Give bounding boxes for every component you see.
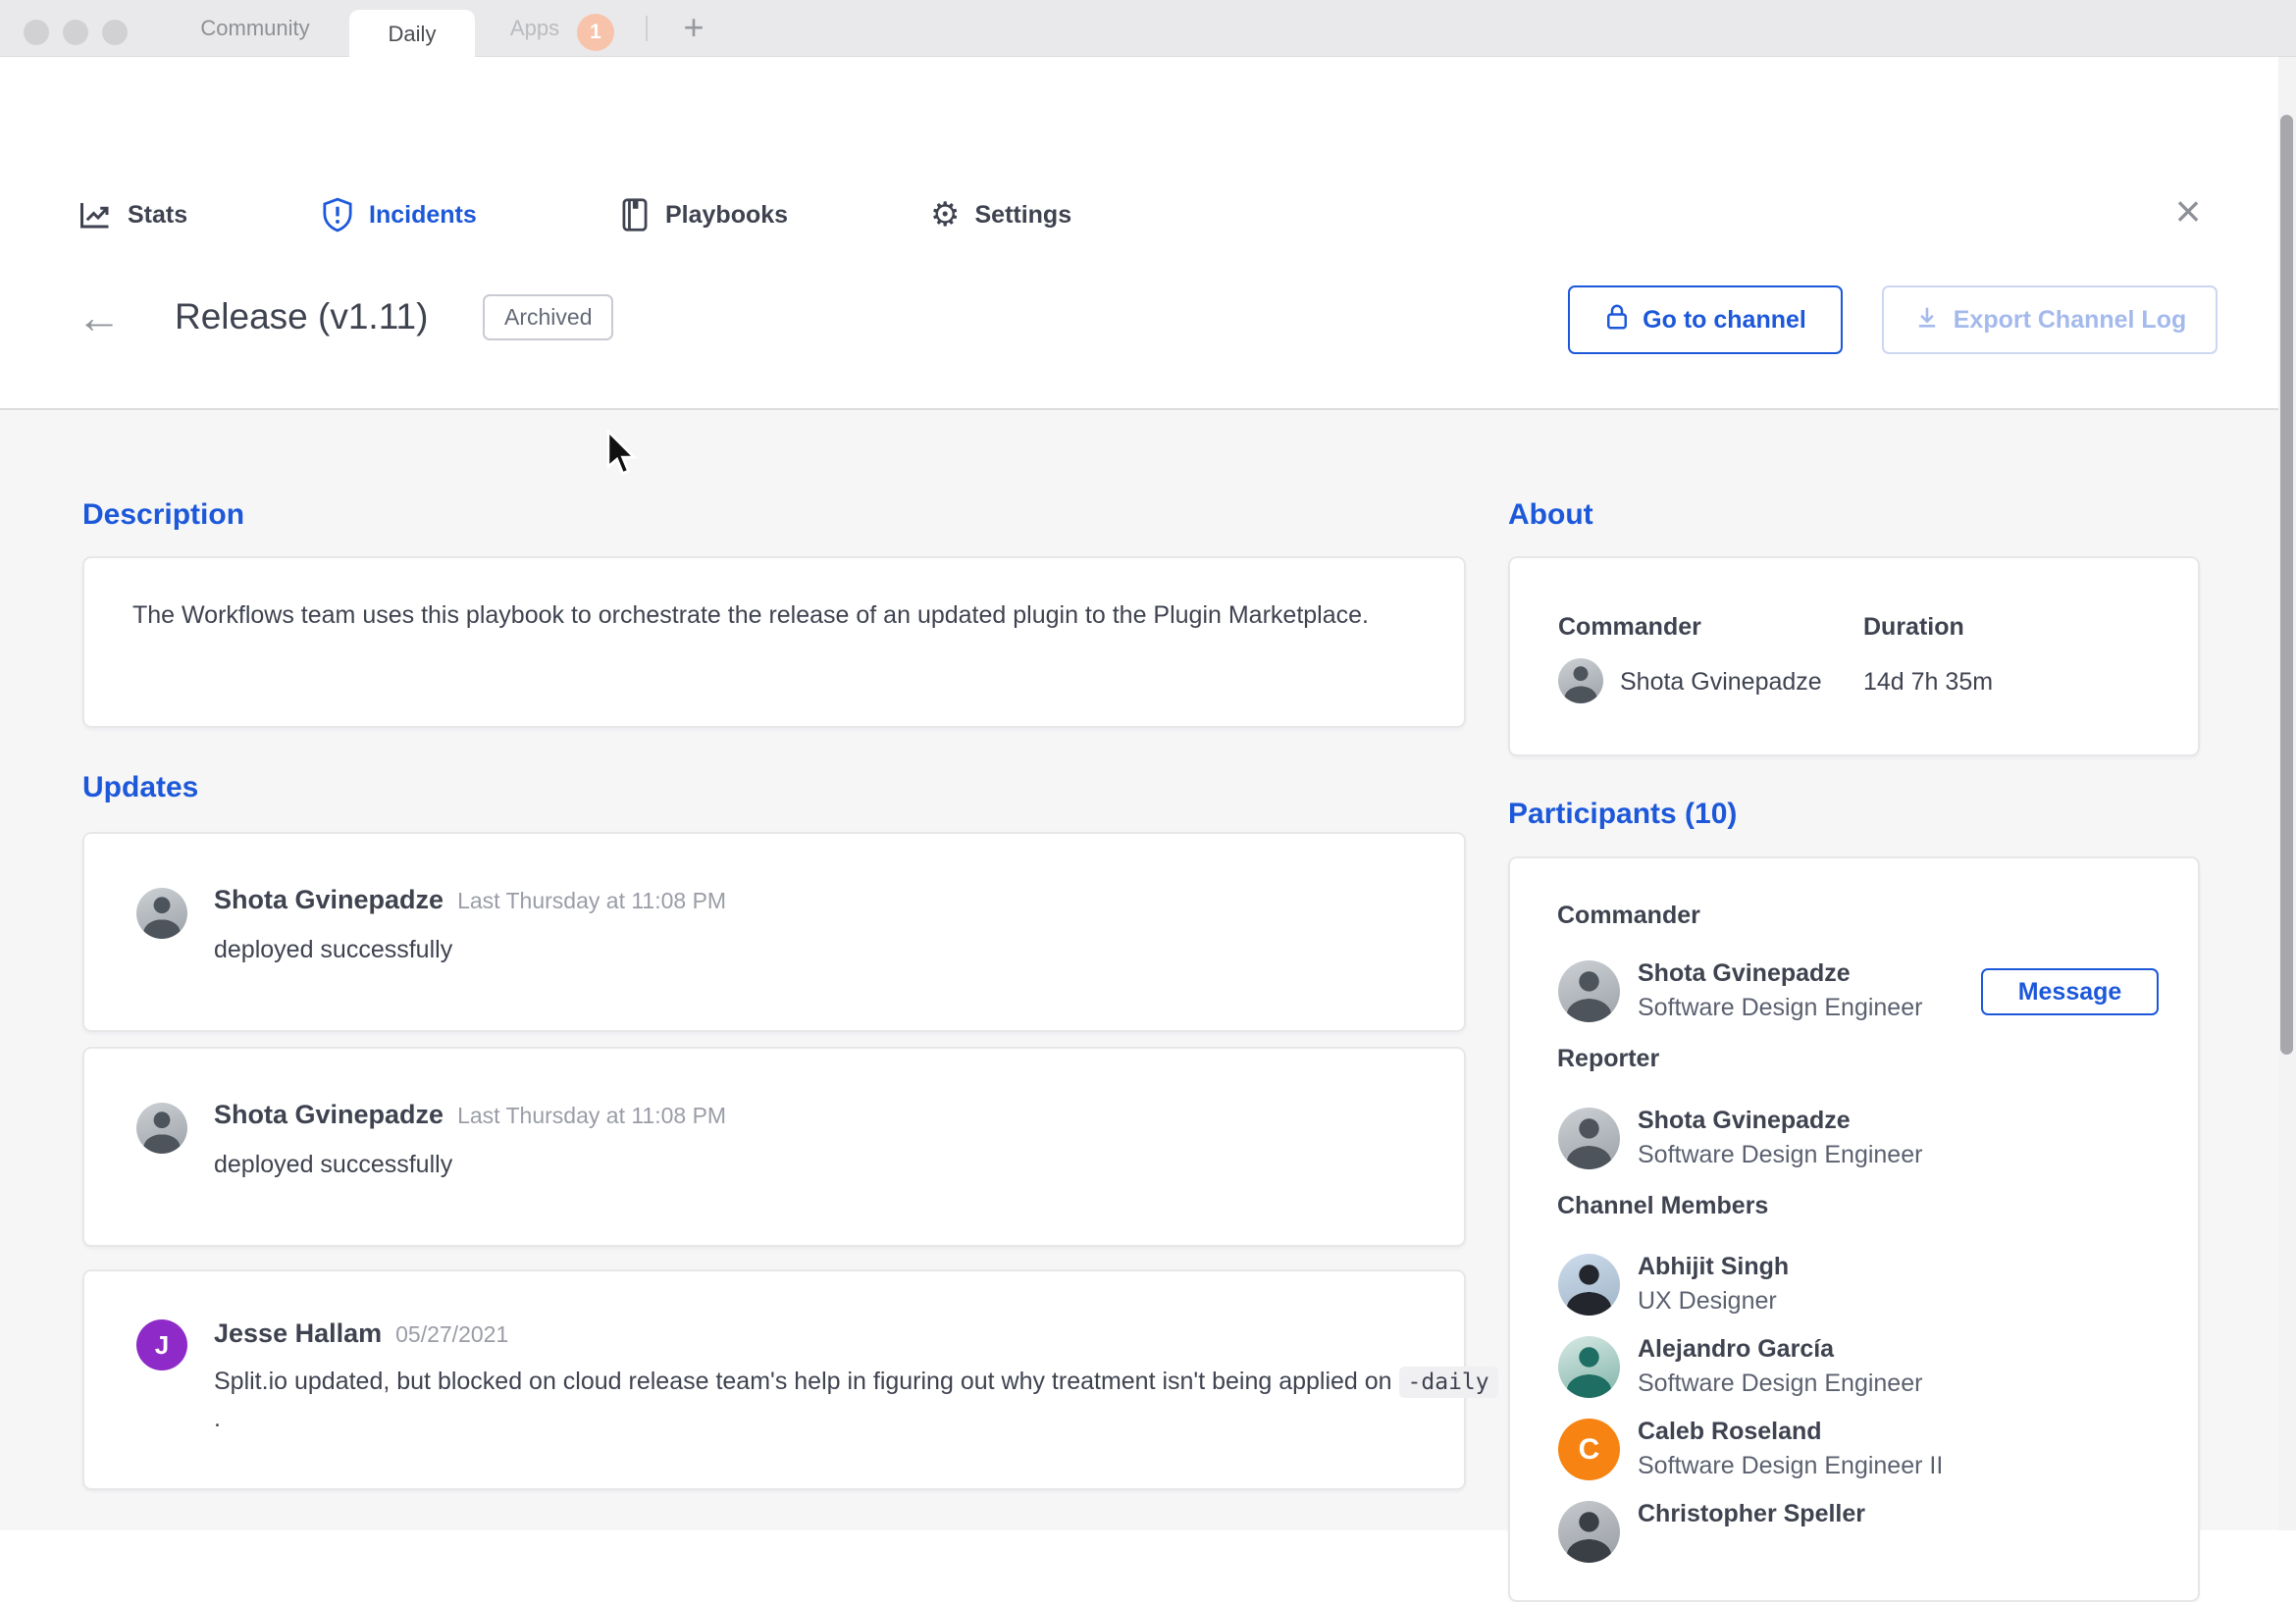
update-text-after: . (214, 1405, 221, 1432)
description-text: The Workflows team uses this playbook to… (132, 601, 1369, 629)
chart-line-icon (78, 197, 113, 233)
avatar (1558, 960, 1620, 1022)
browser-tab-apps[interactable]: Apps (491, 0, 579, 57)
update-text-before: Split.io updated, but blocked on cloud r… (214, 1368, 1399, 1395)
scrollbar-thumb[interactable] (2280, 115, 2293, 1055)
participant-name[interactable]: Abhijit Singh (1638, 1253, 1789, 1281)
updates-heading: Updates (82, 771, 199, 803)
update-timestamp: Last Thursday at 11:08 PM (457, 1103, 727, 1128)
book-icon (619, 197, 651, 233)
duration-value: 14d 7h 35m (1863, 668, 1994, 696)
mouse-cursor (604, 428, 646, 482)
avatar (1558, 1336, 1620, 1398)
avatar (1558, 1501, 1620, 1563)
go-to-channel-button[interactable]: Go to channel (1568, 285, 1843, 354)
status-badge-archived: Archived (483, 294, 614, 340)
gear-icon: ⚙ (930, 196, 961, 233)
nav-item-settings[interactable]: ⚙ Settings (930, 188, 1071, 241)
nav-item-stats[interactable]: Stats (78, 188, 187, 241)
page-title: Release (v1.11) (175, 296, 429, 336)
avatar (136, 888, 187, 939)
avatar: C (1558, 1419, 1620, 1480)
nav-label: Playbooks (665, 200, 789, 229)
commander-label: Commander (1558, 613, 1701, 641)
update-header: Shota Gvinepadze Last Thursday at 11:08 … (214, 1100, 726, 1130)
update-text: deployed successfully (214, 1151, 453, 1178)
participant-name[interactable]: Christopher Speller (1638, 1500, 1865, 1528)
update-header: Jesse Hallam 05/27/2021 (214, 1318, 508, 1349)
avatar (1558, 658, 1603, 703)
lock-icon (1604, 302, 1630, 338)
update-card: Shota Gvinepadze Last Thursday at 11:08 … (82, 832, 1466, 1032)
export-channel-log-button[interactable]: Export Channel Log (1882, 285, 2218, 354)
participants-card: Commander Shota Gvinepadze Software Desi… (1508, 856, 2200, 1602)
code-chip: -daily (1398, 1367, 1498, 1398)
update-card: J Jesse Hallam 05/27/2021 Split.io updat… (82, 1269, 1498, 1490)
channel-members-label: Channel Members (1557, 1192, 1769, 1219)
update-author[interactable]: Shota Gvinepadze (214, 885, 444, 915)
participant-role: UX Designer (1638, 1287, 1777, 1315)
participant-name[interactable]: Shota Gvinepadze (1638, 1107, 1851, 1135)
nav-label: Stats (128, 200, 188, 229)
traffic-light-zoom-icon[interactable] (102, 20, 128, 45)
traffic-light-close-icon[interactable] (24, 20, 49, 45)
update-text: Split.io updated, but blocked on cloud r… (214, 1364, 1499, 1437)
participants-reporter-label: Reporter (1557, 1045, 1660, 1072)
about-card: Commander Duration Shota Gvinepadze 14d … (1508, 556, 2200, 756)
nav-label: Settings (974, 200, 1072, 229)
update-text: deployed successfully (214, 936, 453, 963)
participant-role: Software Design Engineer (1638, 1141, 1923, 1168)
browser-tab-community[interactable]: Community (167, 0, 343, 57)
tab-separator (646, 16, 648, 41)
avatar (136, 1103, 187, 1154)
avatar (1558, 1108, 1620, 1169)
browser-tab-bar: Community Daily Apps 1 + (0, 0, 2296, 58)
nav-item-incidents[interactable]: Incidents (321, 188, 477, 241)
participant-name[interactable]: Caleb Roseland (1638, 1418, 1822, 1446)
nav-label: Incidents (369, 200, 477, 229)
shield-alert-icon (321, 197, 354, 233)
commander-name[interactable]: Shota Gvinepadze (1620, 668, 1822, 697)
participant-name[interactable]: Alejandro García (1638, 1335, 1834, 1364)
description-heading: Description (82, 498, 245, 531)
traffic-light-minimize-icon[interactable] (63, 20, 88, 45)
update-timestamp: 05/27/2021 (395, 1321, 509, 1347)
avatar: J (136, 1319, 187, 1370)
update-author[interactable]: Jesse Hallam (214, 1318, 382, 1349)
update-card: Shota Gvinepadze Last Thursday at 11:08 … (82, 1047, 1466, 1247)
button-label: Export Channel Log (1953, 305, 2187, 334)
update-timestamp: Last Thursday at 11:08 PM (457, 888, 727, 913)
participant-role: Software Design Engineer II (1638, 1452, 1944, 1479)
duration-label: Duration (1863, 613, 1964, 641)
browser-tab-daily[interactable]: Daily (349, 10, 475, 58)
description-card: The Workflows team uses this playbook to… (82, 556, 1466, 728)
about-heading: About (1508, 498, 1593, 531)
avatar (1558, 1254, 1620, 1316)
app-header: Stats Incidents Playbooks ⚙ Settings × ←… (0, 57, 2296, 467)
message-button[interactable]: Message (1981, 968, 2159, 1015)
download-icon (1913, 303, 1941, 337)
participant-name[interactable]: Shota Gvinepadze (1638, 959, 1851, 988)
apps-unread-badge: 1 (577, 14, 614, 51)
participant-role: Software Design Engineer (1638, 1369, 1923, 1397)
update-header: Shota Gvinepadze Last Thursday at 11:08 … (214, 885, 726, 915)
new-tab-button[interactable]: + (671, 0, 716, 57)
nav-item-playbooks[interactable]: Playbooks (619, 188, 788, 241)
close-icon[interactable]: × (2165, 188, 2212, 235)
participants-heading: Participants (10) (1508, 798, 1738, 830)
button-label: Go to channel (1643, 305, 1806, 334)
back-arrow-icon[interactable]: ← (77, 290, 122, 343)
update-author[interactable]: Shota Gvinepadze (214, 1100, 444, 1130)
participants-commander-label: Commander (1557, 902, 1700, 929)
participant-role: Software Design Engineer (1638, 994, 1923, 1021)
